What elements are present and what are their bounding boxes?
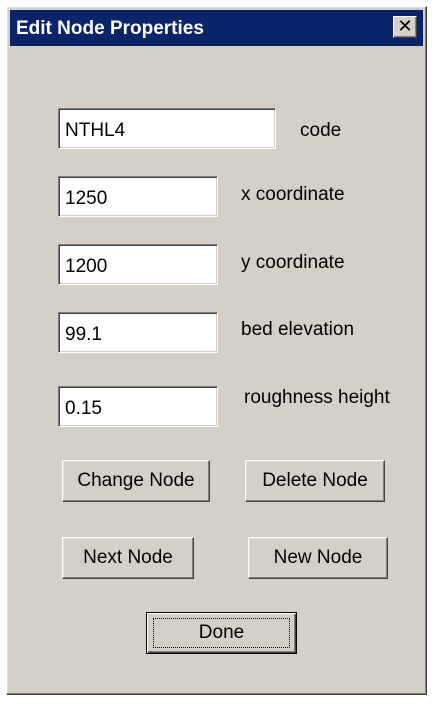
close-button[interactable]: ✕ bbox=[393, 16, 417, 38]
close-icon: ✕ bbox=[397, 16, 413, 36]
code-field[interactable] bbox=[58, 108, 276, 149]
y-coordinate-field[interactable] bbox=[58, 244, 218, 285]
roughness-height-label: roughness height bbox=[244, 387, 390, 408]
next-node-button[interactable]: Next Node bbox=[62, 537, 194, 579]
done-label: Done bbox=[198, 622, 245, 643]
code-label: code bbox=[300, 120, 342, 141]
edit-node-properties-dialog: Edit Node Properties ✕ code x coordinate… bbox=[6, 6, 427, 695]
roughness-height-field[interactable] bbox=[58, 386, 218, 427]
x-coordinate-field[interactable] bbox=[58, 176, 218, 217]
y-coordinate-label: y coordinate bbox=[241, 252, 345, 273]
window-title: Edit Node Properties bbox=[16, 18, 204, 39]
bed-elevation-label: bed elevation bbox=[241, 319, 355, 340]
delete-node-label: Delete Node bbox=[262, 470, 368, 491]
bed-elevation-field[interactable] bbox=[58, 312, 218, 353]
change-node-label: Change Node bbox=[77, 470, 195, 491]
x-coordinate-label: x coordinate bbox=[241, 184, 345, 205]
title-bar[interactable]: Edit Node Properties ✕ bbox=[10, 10, 423, 46]
change-node-button[interactable]: Change Node bbox=[62, 460, 210, 502]
delete-node-button[interactable]: Delete Node bbox=[245, 460, 385, 502]
new-node-button[interactable]: New Node bbox=[248, 537, 388, 579]
new-node-label: New Node bbox=[273, 547, 363, 568]
done-button[interactable]: Done bbox=[146, 612, 297, 654]
next-node-label: Next Node bbox=[83, 547, 173, 568]
